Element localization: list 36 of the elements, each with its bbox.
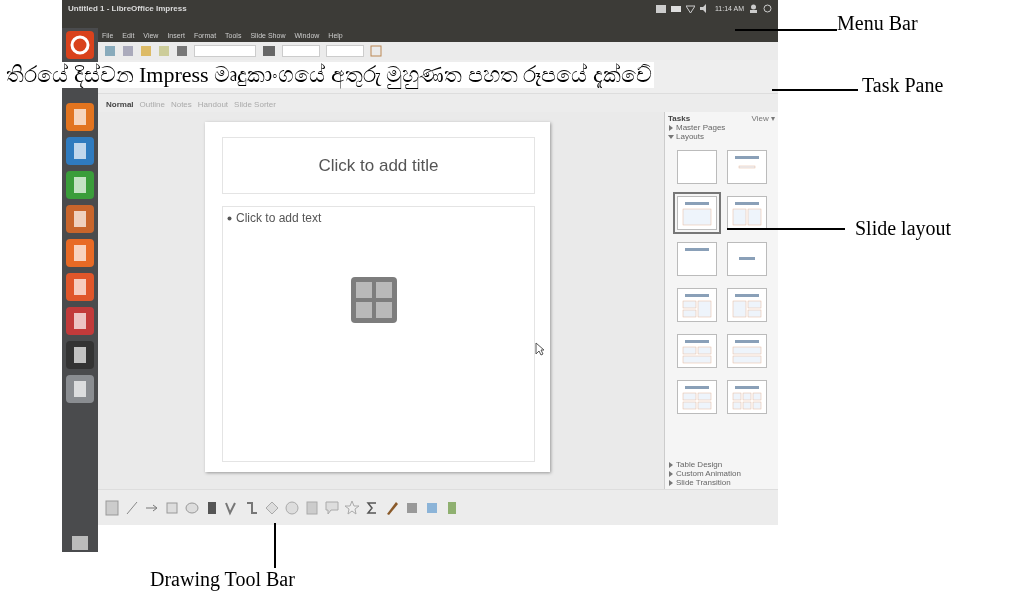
line-icon[interactable] bbox=[124, 499, 140, 516]
pencil-icon[interactable] bbox=[384, 499, 400, 516]
circle-icon[interactable] bbox=[284, 499, 300, 516]
area-color-field[interactable] bbox=[326, 45, 364, 57]
panel-section[interactable]: Master Pages bbox=[665, 123, 778, 132]
rectangle-icon[interactable] bbox=[164, 499, 180, 516]
mouse-pointer-icon bbox=[535, 342, 545, 356]
content-placeholder[interactable]: Click to add text bbox=[222, 206, 535, 462]
bullet-icon bbox=[227, 215, 232, 221]
annotation-label: Task Pane bbox=[862, 74, 944, 97]
content-prompt: Click to add text bbox=[236, 211, 322, 225]
network-icon bbox=[685, 4, 695, 13]
leader-line bbox=[274, 523, 276, 568]
connector-icon[interactable] bbox=[244, 499, 260, 516]
logo-icon[interactable] bbox=[65, 30, 95, 60]
title-placeholder[interactable]: Click to add title bbox=[222, 137, 535, 194]
annotation-label: Drawing Tool Bar bbox=[150, 568, 295, 591]
line-width-field[interactable] bbox=[194, 45, 256, 57]
star-icon[interactable] bbox=[344, 499, 360, 516]
layout-thumbnail[interactable] bbox=[673, 192, 721, 234]
panel-section[interactable]: Table Design bbox=[665, 460, 778, 469]
window-title: Untitled 1 - LibreOffice Impress bbox=[68, 4, 187, 13]
annotation-label: Slide layout bbox=[855, 217, 952, 240]
line-color-field[interactable] bbox=[282, 45, 320, 57]
panel-section[interactable]: Custom Animation bbox=[665, 469, 778, 478]
view-tab[interactable]: Normal bbox=[104, 100, 136, 112]
diamond-icon[interactable] bbox=[264, 499, 280, 516]
caption: තිරයේ දිස්වන Impress මෘදුකාංගයේ අතුරු මුහුණත පහත රූපයේ දැක්වේ bbox=[4, 62, 654, 88]
insert-object-icon[interactable] bbox=[351, 277, 397, 323]
view-menu-button[interactable]: View ▾ bbox=[751, 114, 775, 123]
callout-icon[interactable] bbox=[324, 499, 340, 516]
panel-section[interactable]: Layouts bbox=[665, 132, 778, 141]
annotation-label: Menu Bar bbox=[837, 12, 918, 35]
panel-section[interactable]: Slide Transition bbox=[665, 478, 778, 487]
user-icon bbox=[749, 4, 758, 13]
task-pane-title: Tasks bbox=[668, 114, 691, 123]
